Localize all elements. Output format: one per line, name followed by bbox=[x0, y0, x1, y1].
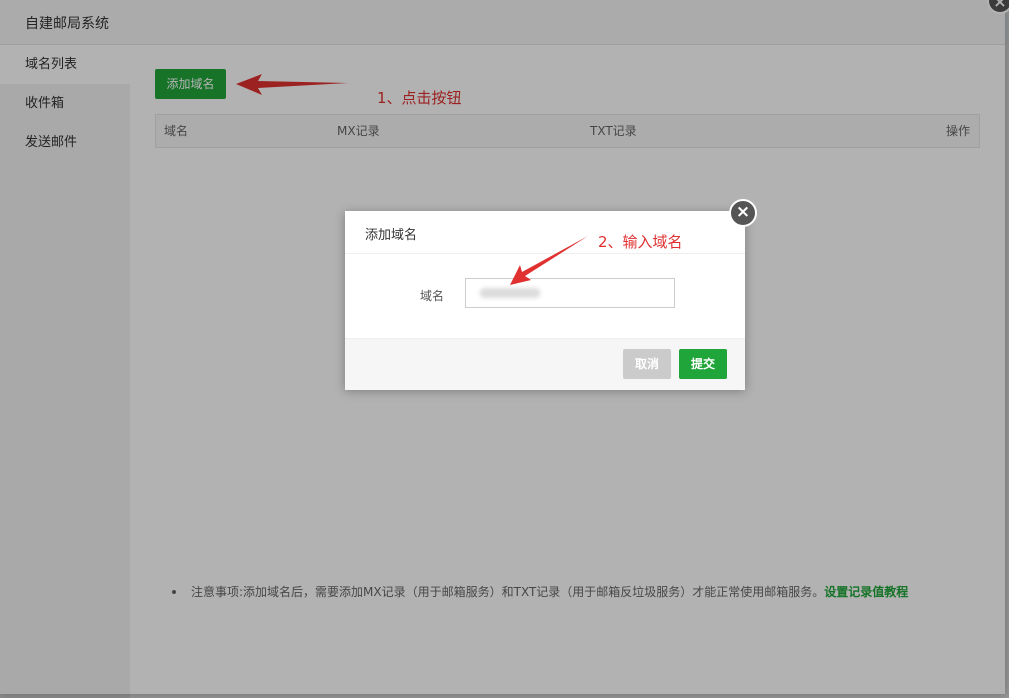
arrow-step2-icon bbox=[510, 236, 588, 285]
annotation-arrow-2 bbox=[510, 236, 588, 285]
annotation-step2: 2、输入域名 bbox=[598, 233, 683, 251]
